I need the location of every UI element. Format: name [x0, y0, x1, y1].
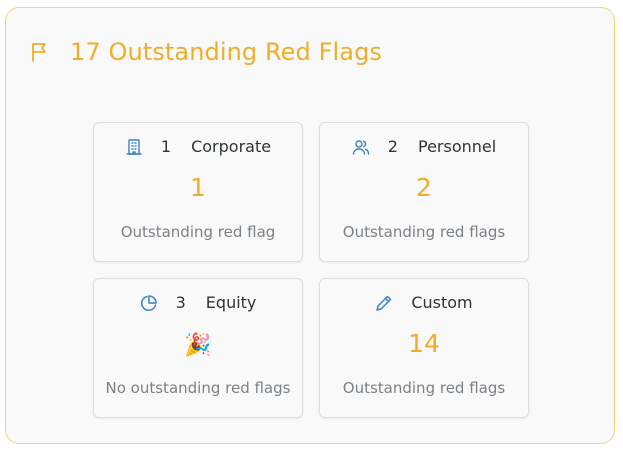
card-number: 2: [387, 137, 398, 156]
card-count: 2: [416, 173, 432, 202]
card-header: Custom: [320, 293, 528, 312]
card-corporate[interactable]: 1 Corporate 1 Outstanding red flag: [93, 122, 303, 262]
building-icon: [125, 138, 143, 156]
party-popper-icon: 🎉: [184, 333, 212, 358]
card-header: 2 Personnel: [320, 137, 528, 156]
panel-header: 17 Outstanding Red Flags: [28, 38, 382, 66]
card-count: 1: [190, 173, 206, 202]
card-name: Custom: [411, 293, 473, 312]
category-grid: 1 Corporate 1 Outstanding red flag 2 Per…: [93, 122, 530, 418]
card-personnel[interactable]: 2 Personnel 2 Outstanding red flags: [319, 122, 529, 262]
card-number: 3: [175, 293, 186, 312]
card-custom[interactable]: Custom 14 Outstanding red flags: [319, 278, 529, 418]
red-flags-panel: 17 Outstanding Red Flags 1 Corporate 1 O…: [5, 7, 615, 444]
card-count: 14: [408, 329, 440, 358]
pie-chart-icon: [140, 294, 158, 312]
pencil-icon: [375, 294, 393, 312]
card-number: 1: [160, 137, 172, 156]
card-equity[interactable]: 3 Equity 🎉 No outstanding red flags: [93, 278, 303, 418]
card-subtitle: Outstanding red flags: [342, 379, 506, 397]
card-name: Corporate: [191, 137, 272, 156]
card-subtitle: Outstanding red flags: [342, 223, 506, 241]
flag-icon: [28, 40, 52, 64]
card-subtitle: Outstanding red flag: [120, 223, 276, 241]
users-icon: [352, 138, 370, 156]
card-header: 1 Corporate: [94, 137, 302, 156]
card-subtitle: No outstanding red flags: [105, 379, 291, 397]
card-name: Personnel: [417, 137, 497, 156]
card-name: Equity: [205, 293, 257, 312]
page-title: 17 Outstanding Red Flags: [70, 38, 383, 66]
card-header: 3 Equity: [94, 293, 302, 312]
